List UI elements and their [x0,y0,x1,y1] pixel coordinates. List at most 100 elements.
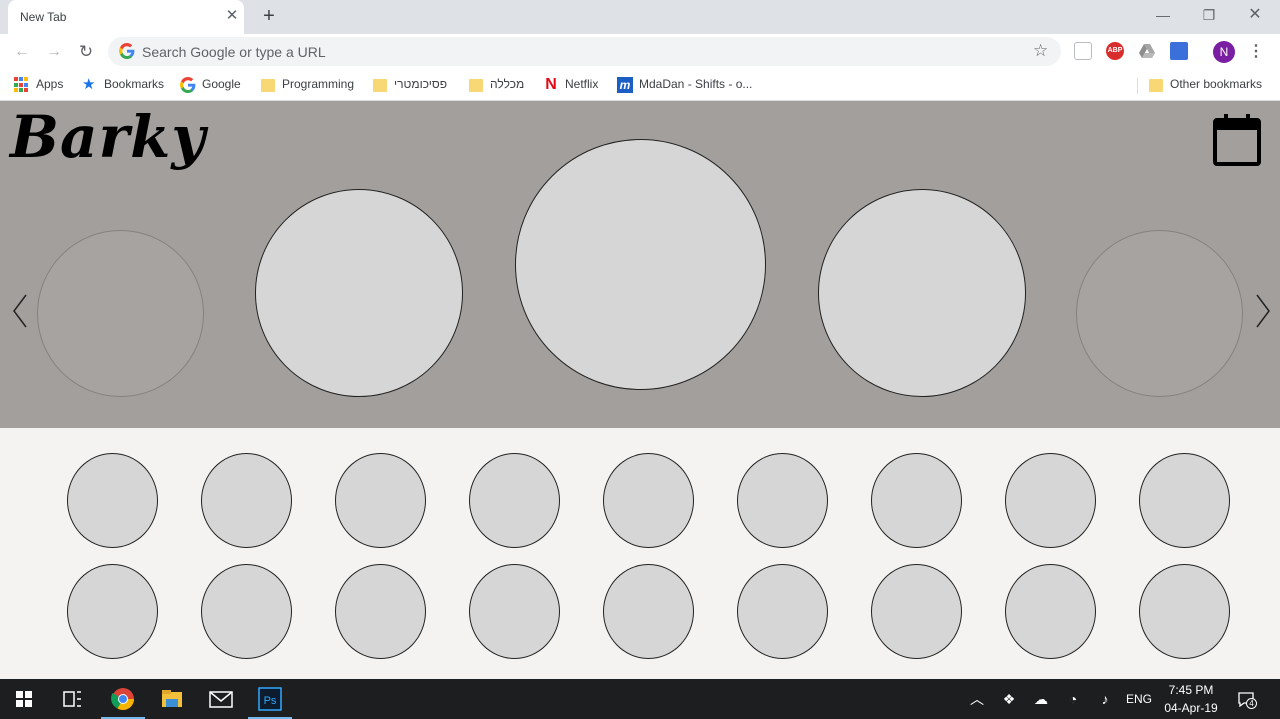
tab-title: New Tab [20,10,67,24]
photoshop-taskbar-button[interactable]: Ps [246,679,294,719]
folder-icon [373,79,387,92]
shortcut-tile[interactable] [1005,453,1096,548]
bookmark-programming[interactable]: Programming [260,76,360,94]
omnibox[interactable]: Search Google or type a URL ☆ [108,37,1061,66]
bookmark-google[interactable]: Google [180,76,250,94]
carousel-next-arrow-icon[interactable] [1253,291,1273,331]
shortcut-tile[interactable] [871,564,962,659]
barky-logo: Barky [10,103,207,171]
bookmark-other[interactable]: Other bookmarks [1148,76,1268,94]
windows-start-icon[interactable] [0,679,48,719]
chrome-icon [111,688,134,710]
task-view-icon[interactable] [48,679,96,719]
shortcut-tile[interactable] [67,564,158,659]
bookmark-apps[interactable]: Apps [14,76,74,94]
pocket-extension-icon[interactable] [1074,42,1092,60]
bookmark-psychometric[interactable]: פסיכומטרי [372,76,456,94]
carousel-item-active[interactable] [515,139,766,390]
shortcut-tile[interactable] [1005,564,1096,659]
wifi-icon[interactable]: ◔ [1063,689,1083,709]
folder-icon [469,79,483,92]
bookmarks-bar: Apps ★ Bookmarks Google Programming פסיכ… [0,70,1280,101]
netflix-icon: N [545,76,557,93]
back-arrow-icon[interactable]: ← [10,40,34,64]
google-drive-icon[interactable] [1138,42,1156,60]
bookmark-label: Apps [36,77,64,91]
carousel-item[interactable] [255,189,463,397]
carousel-item[interactable] [1076,230,1243,397]
shortcut-tile[interactable] [871,453,962,548]
shortcut-tile[interactable] [469,564,560,659]
screen: New Tab ✕ + — ❐ ✕ ← → ↻ Search Google or… [0,0,1280,719]
bookmark-label: Programming [282,77,355,91]
language-indicator[interactable]: ENG [1124,692,1154,706]
volume-icon[interactable]: ♪ [1095,689,1115,709]
shortcut-tile[interactable] [335,453,426,548]
clock-time[interactable]: 7:45 PM [1158,683,1224,697]
folder-icon [261,79,275,92]
shortcut-tile[interactable] [603,564,694,659]
minimize-window-icon[interactable]: — [1148,4,1178,26]
bookmark-label: Google [202,77,241,91]
hero-carousel: Barky [0,101,1280,428]
chrome-taskbar-button[interactable] [99,679,147,719]
dropbox-icon[interactable]: ❖ [999,689,1019,709]
bookmark-label: Other bookmarks [1170,77,1263,91]
folder-icon [1149,79,1163,92]
action-center-icon[interactable]: 4 [1236,689,1257,709]
close-window-icon[interactable]: ✕ [1240,4,1270,26]
bookmark-label: Bookmarks [104,77,165,91]
calendar-icon[interactable] [1213,112,1261,166]
shortcut-tile[interactable] [1139,453,1230,548]
carousel-prev-arrow-icon[interactable] [10,291,30,331]
tab-new-tab[interactable]: New Tab ✕ [8,0,244,34]
reload-icon[interactable]: ↻ [74,40,98,64]
bookmark-label: מכללה [490,77,525,91]
mdadan-icon: m [617,77,633,93]
carousel-item[interactable] [818,189,1026,397]
bookmark-bookmarks[interactable]: ★ Bookmarks [82,76,172,94]
bookmark-star-icon[interactable]: ☆ [1033,41,1048,61]
clock-date[interactable]: 04-Apr-19 [1158,701,1224,715]
shortcut-tile[interactable] [737,564,828,659]
shortcut-tile[interactable] [1139,564,1230,659]
calendar-extension-icon[interactable] [1170,42,1188,60]
shortcut-tile[interactable] [737,453,828,548]
restore-window-icon[interactable]: ❐ [1194,4,1224,26]
browser-toolbar: ← → ↻ Search Google or type a URL ☆ ABP … [0,34,1280,70]
star-icon: ★ [82,76,96,93]
adblock-plus-icon[interactable]: ABP [1106,42,1124,60]
google-g-icon [119,43,135,59]
close-tab-icon[interactable]: ✕ [224,8,240,24]
profile-avatar[interactable]: N [1213,41,1235,63]
bookmark-netflix[interactable]: N Netflix [543,76,605,94]
shortcut-tile[interactable] [201,564,292,659]
tray-chevron-up-icon[interactable]: ︿ [967,689,987,709]
notification-count-badge: 4 [1246,698,1257,709]
shortcut-tile[interactable] [469,453,560,548]
svg-text:Ps: Ps [264,695,277,707]
bookmark-label: MdaDan - Shifts - o... [639,77,753,91]
shortcut-tile[interactable] [67,453,158,548]
google-g-icon [180,77,196,93]
bookmarks-divider [1137,78,1138,94]
bookmark-label: פסיכומטרי [394,77,448,91]
omnibox-placeholder: Search Google or type a URL [142,44,326,60]
forward-arrow-icon[interactable]: → [42,40,66,64]
windows-taskbar: Ps ︿ ❖ ☁ ◔ ♪ ENG 7:45 PM 04-Apr-19 4 [0,679,1280,719]
new-tab-button[interactable]: + [258,6,280,28]
bookmark-mdadan[interactable]: m MdaDan - Shifts - o... [617,76,767,94]
shortcut-tile[interactable] [603,453,694,548]
shortcut-tile[interactable] [201,453,292,548]
bookmark-label: Netflix [565,77,599,91]
onedrive-icon[interactable]: ☁ [1031,689,1051,709]
shortcut-tile[interactable] [335,564,426,659]
mail-icon[interactable] [197,679,245,719]
kebab-menu-icon[interactable]: ⋮ [1248,40,1264,64]
file-explorer-icon[interactable] [148,679,196,719]
carousel-item[interactable] [37,230,204,397]
photoshop-icon: Ps [258,687,282,711]
bookmark-college[interactable]: מכללה [468,76,530,94]
tab-strip: New Tab ✕ + — ❐ ✕ [0,0,1280,34]
apps-grid-icon [14,77,30,93]
